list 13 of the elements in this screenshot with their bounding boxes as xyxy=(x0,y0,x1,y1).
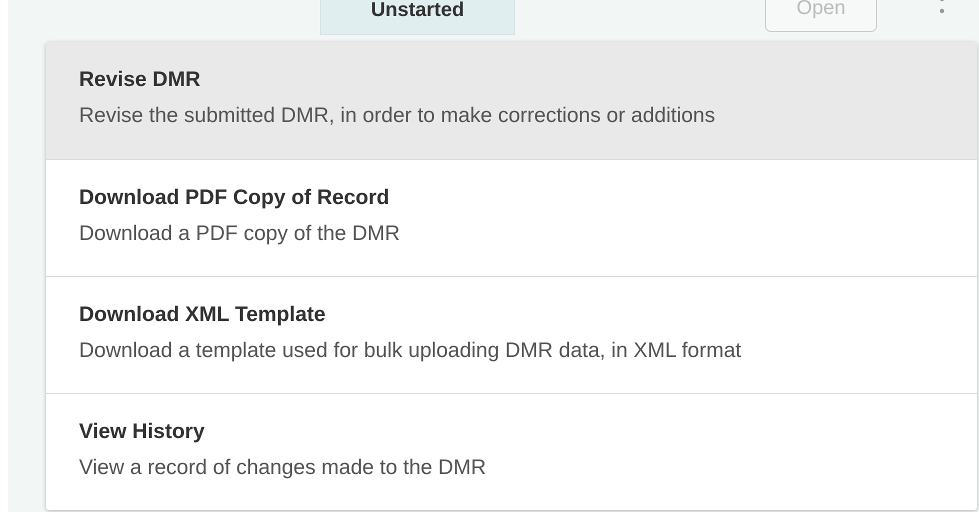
menu-item-title: Download PDF Copy of Record xyxy=(79,186,390,210)
menu-item[interactable]: Revise DMR Revise the submitted DMR, in order to make corrections or additions xyxy=(46,42,977,159)
menu-item-title: Revise DMR xyxy=(79,68,202,92)
menu-item-title: View History xyxy=(79,420,206,444)
menu-item[interactable]: Download XML Template Download a template used for bulk uploading DMR data, in XML format xyxy=(46,276,977,393)
menu-item-description: Revise the submitted DMR, in order to make corrections or additions xyxy=(79,104,716,128)
menu-item-description: Download a PDF copy of the DMR xyxy=(79,222,401,246)
menu-item[interactable]: Download PDF Copy of Record Download a PDF copy of the DMR xyxy=(46,159,977,276)
status-badge: Unstarted xyxy=(320,0,515,35)
menu-item-title: Download XML Template xyxy=(79,303,327,327)
menu-item-description: View a record of changes made to the DMR xyxy=(79,456,487,480)
menu-item[interactable]: View History View a record of changes made to the DMR xyxy=(46,393,977,510)
menu-item-description: Download a template used for bulk uploading DMR data, in XML format xyxy=(79,339,742,363)
